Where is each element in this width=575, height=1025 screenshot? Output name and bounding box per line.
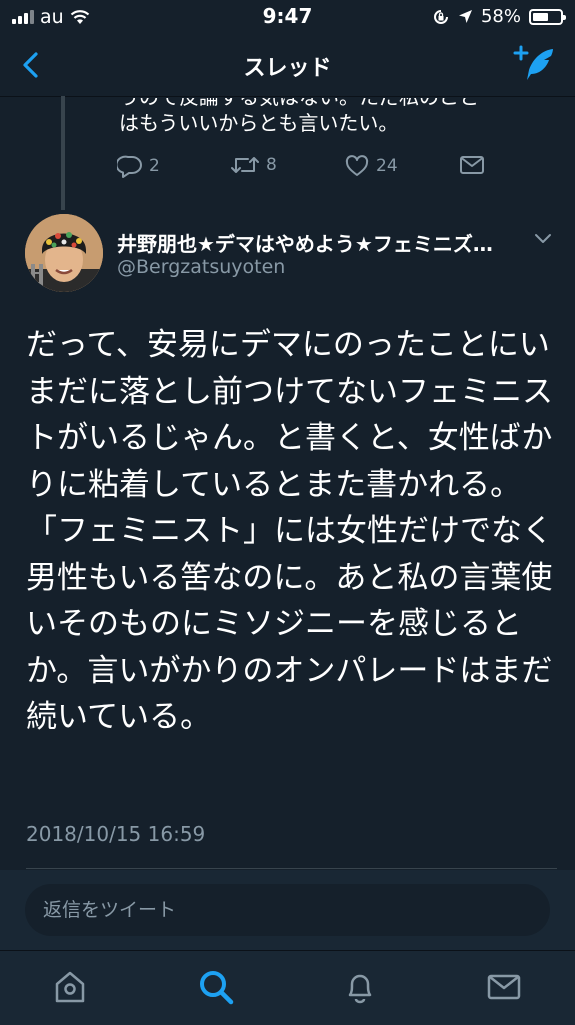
chevron-down-icon[interactable] <box>533 232 553 246</box>
author-name[interactable]: 井野朋也★デマはやめよう★フェミニズ… <box>117 228 522 257</box>
notifications-icon[interactable] <box>340 967 380 1007</box>
tweet-timestamp: 2018/10/15 16:59 <box>26 822 206 846</box>
status-right: 58% <box>432 6 566 27</box>
heart-icon <box>345 155 369 176</box>
messages-icon[interactable] <box>484 967 524 1007</box>
retweet-count: 8 <box>266 155 277 175</box>
page-title: スレッド <box>243 56 332 81</box>
avatar[interactable] <box>25 214 103 292</box>
search-icon[interactable] <box>196 967 236 1007</box>
status-bar: au 9:47 58% <box>0 0 575 34</box>
retweet-action[interactable]: 8 <box>230 154 277 176</box>
reply-count: 2 <box>149 156 160 176</box>
like-count: 24 <box>376 156 398 176</box>
mail-icon <box>460 156 484 174</box>
thread-connector-line <box>61 96 65 210</box>
previous-tweet-line: はもういいからとも言いたい。 <box>119 111 399 135</box>
tweet-text: だって、安易にデマにのったことにいまだに落とし前つけてないフェミニストがいるじゃ… <box>26 327 553 735</box>
reply-icon <box>117 155 142 178</box>
reply-action[interactable]: 2 <box>117 154 160 178</box>
like-action[interactable]: 24 <box>344 154 398 178</box>
battery-icon <box>529 8 566 25</box>
previous-tweet-actions: 2 8 24 <box>117 154 497 184</box>
rotation-lock-icon <box>434 9 448 24</box>
battery-percent: 58% <box>480 6 521 27</box>
tab-bar <box>0 950 575 1025</box>
location-icon <box>458 10 472 23</box>
reply-input[interactable]: 返信をツイート <box>25 884 550 936</box>
previous-tweet-partial-line: うので反論する気はない。ただ私のこと <box>119 85 479 109</box>
retweet-icon <box>231 157 259 173</box>
previous-tweet-text: うので反論する気はない。ただ私のこと はもういいからとも言いたい。 <box>119 80 559 140</box>
author-handle[interactable]: @Bergzatsuyoten <box>117 256 285 278</box>
reply-bar: 返信をツイート <box>0 870 575 950</box>
avatar-image <box>25 214 103 292</box>
compose-tweet-icon[interactable] <box>513 44 557 84</box>
home-icon[interactable] <box>50 967 90 1007</box>
divider <box>26 868 557 869</box>
direct-message-action[interactable] <box>459 154 485 176</box>
